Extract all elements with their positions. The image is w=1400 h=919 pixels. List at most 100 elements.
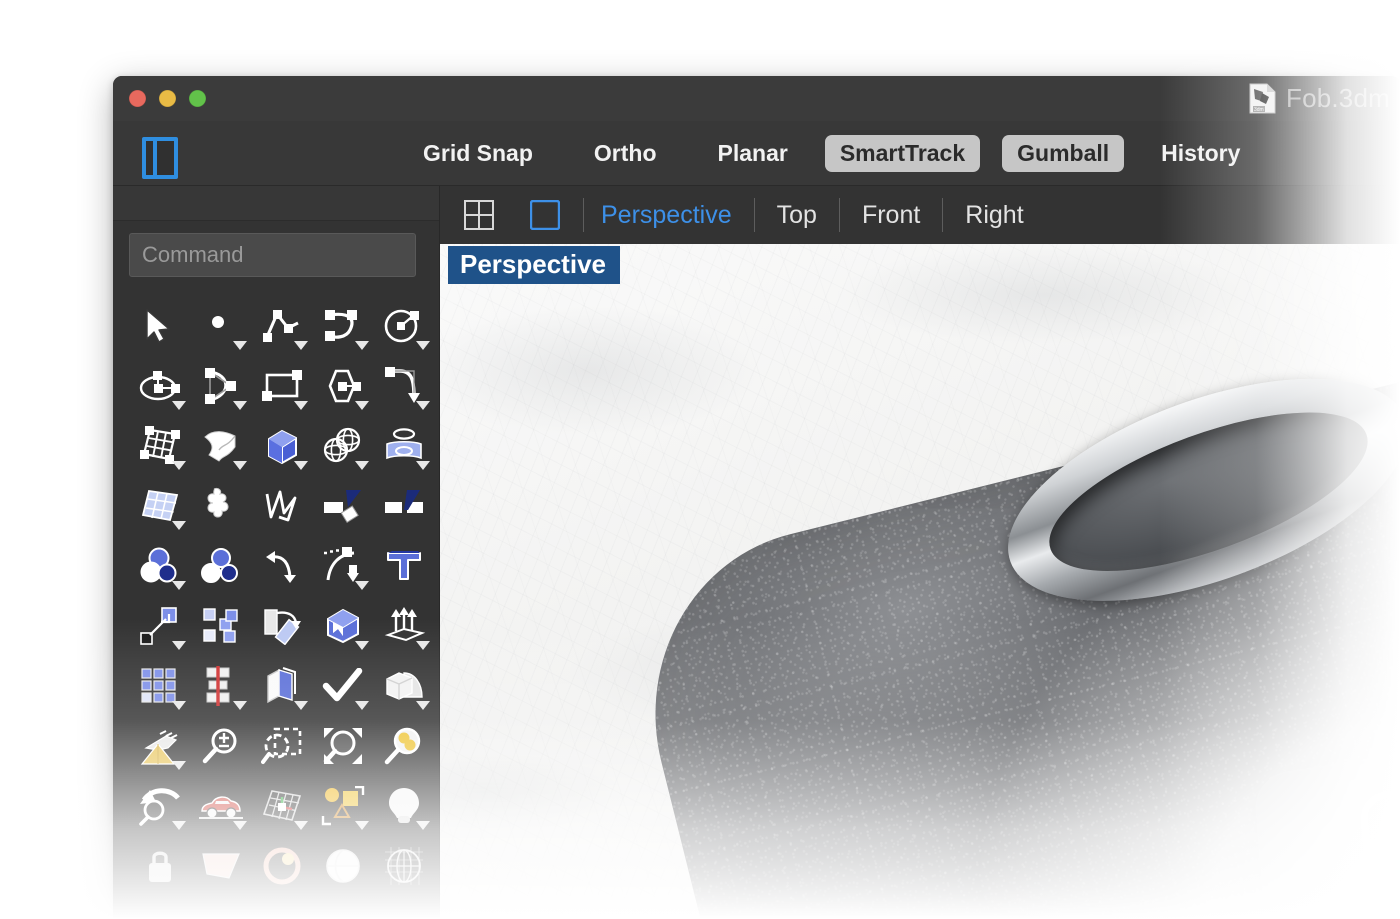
maximize-window-button[interactable] <box>189 90 206 107</box>
perspective-viewport[interactable]: Perspective <box>440 244 1400 919</box>
chevron-down-icon[interactable] <box>294 341 308 350</box>
chevron-down-icon[interactable] <box>355 701 369 710</box>
boolean-difference-icon[interactable] <box>191 536 251 596</box>
chevron-down-icon[interactable] <box>172 581 186 590</box>
revolve-surface-icon[interactable] <box>374 416 434 476</box>
chevron-down-icon[interactable] <box>172 521 186 530</box>
zoom-window-icon[interactable] <box>252 716 312 776</box>
text-object-icon[interactable] <box>374 536 434 596</box>
chevron-down-icon[interactable] <box>355 641 369 650</box>
surface-from-points-icon[interactable] <box>130 416 190 476</box>
tab-front[interactable]: Front <box>862 201 920 230</box>
tab-perspective[interactable]: Perspective <box>601 201 732 230</box>
chevron-down-icon[interactable] <box>416 641 430 650</box>
grid-array-icon[interactable] <box>130 656 190 716</box>
pan-hand-icon[interactable] <box>130 716 190 776</box>
chevron-down-icon[interactable] <box>233 821 247 830</box>
curve-edit-icon[interactable] <box>252 476 312 536</box>
curve-icon[interactable] <box>313 296 373 356</box>
chevron-down-icon[interactable] <box>355 461 369 470</box>
zoom-extents-icon[interactable] <box>313 716 373 776</box>
shaded-view-icon[interactable] <box>313 836 373 896</box>
polyline-icon[interactable] <box>252 296 312 356</box>
planar-toggle[interactable]: Planar <box>703 135 803 172</box>
minimize-window-button[interactable] <box>159 90 176 107</box>
rectangle-icon[interactable] <box>252 356 312 416</box>
sweep-surface-icon[interactable] <box>191 416 251 476</box>
chevron-down-icon[interactable] <box>416 821 430 830</box>
chevron-down-icon[interactable] <box>172 641 186 650</box>
surface-grid-icon[interactable] <box>130 476 190 536</box>
box-solid-icon[interactable] <box>252 416 312 476</box>
zoom-selected-icon[interactable] <box>374 716 434 776</box>
chevron-down-icon[interactable] <box>233 461 247 470</box>
four-view-layout-icon[interactable] <box>458 194 500 236</box>
chevron-down-icon[interactable] <box>416 341 430 350</box>
zoom-previous-icon[interactable] <box>130 776 190 836</box>
solid-edit-icon[interactable] <box>313 596 373 656</box>
chevron-down-icon[interactable] <box>233 701 247 710</box>
chevron-down-icon[interactable] <box>416 461 430 470</box>
single-view-layout-icon[interactable] <box>524 194 566 236</box>
command-input[interactable] <box>129 233 416 277</box>
chevron-down-icon[interactable] <box>355 401 369 410</box>
chevron-down-icon[interactable] <box>416 401 430 410</box>
tab-right[interactable]: Right <box>965 201 1023 230</box>
ellipse-icon[interactable] <box>130 356 190 416</box>
offset-surface-icon[interactable] <box>252 656 312 716</box>
ortho-toggle[interactable]: Ortho <box>579 135 672 172</box>
chevron-down-icon[interactable] <box>294 401 308 410</box>
light-bulb-icon[interactable] <box>374 776 434 836</box>
arc-icon[interactable] <box>191 356 251 416</box>
history-toggle[interactable]: History <box>1146 135 1255 172</box>
chevron-down-icon[interactable] <box>294 821 308 830</box>
polygon-icon[interactable] <box>313 356 373 416</box>
chevron-down-icon[interactable] <box>172 761 186 770</box>
curve-tools-icon[interactable] <box>313 536 373 596</box>
chevron-down-icon[interactable] <box>172 821 186 830</box>
circle-icon[interactable] <box>374 296 434 356</box>
plane-surface-icon[interactable] <box>191 836 251 896</box>
extrude-icon[interactable] <box>374 596 434 656</box>
union-solids-icon[interactable] <box>374 656 434 716</box>
chevron-down-icon[interactable] <box>416 701 430 710</box>
viewport-name-label[interactable]: Perspective <box>448 246 620 284</box>
chevron-down-icon[interactable] <box>355 581 369 590</box>
rhino-app-logo-icon[interactable] <box>142 137 178 179</box>
select-arrow-icon[interactable] <box>130 296 190 356</box>
chevron-down-icon[interactable] <box>294 461 308 470</box>
extend-curve-icon[interactable] <box>252 536 312 596</box>
close-window-button[interactable] <box>129 90 146 107</box>
patch-merge-icon[interactable] <box>191 476 251 536</box>
smarttrack-toggle[interactable]: SmartTrack <box>824 135 981 172</box>
chevron-down-icon[interactable] <box>355 341 369 350</box>
zoom-in-out-icon[interactable] <box>191 716 251 776</box>
wireframe-view-icon[interactable] <box>374 836 434 896</box>
sphere-boolean-icon[interactable] <box>313 416 373 476</box>
chevron-down-icon[interactable] <box>294 701 308 710</box>
array-icon[interactable] <box>191 596 251 656</box>
chevron-down-icon[interactable] <box>172 701 186 710</box>
chevron-down-icon[interactable] <box>172 461 186 470</box>
cplane-grid-icon[interactable] <box>252 776 312 836</box>
chevron-down-icon[interactable] <box>233 401 247 410</box>
trim-icon[interactable] <box>313 476 373 536</box>
point-icon[interactable] <box>191 296 251 356</box>
split-icon[interactable] <box>374 476 434 536</box>
fillet-curve-icon[interactable] <box>374 356 434 416</box>
boolean-union-icon[interactable] <box>130 536 190 596</box>
mirror-icon[interactable] <box>191 656 251 716</box>
check-objects-icon[interactable] <box>313 656 373 716</box>
chevron-down-icon[interactable] <box>355 821 369 830</box>
rotate-icon[interactable] <box>252 596 312 656</box>
chevron-down-icon[interactable] <box>172 401 186 410</box>
select-objects-icon[interactable] <box>313 776 373 836</box>
named-views-car-icon[interactable] <box>191 776 251 836</box>
chevron-down-icon[interactable] <box>233 341 247 350</box>
lock-objects-icon[interactable] <box>130 836 190 896</box>
grid-snap-toggle[interactable]: Grid Snap <box>408 135 548 172</box>
gumball-toggle[interactable]: Gumball <box>1002 135 1125 172</box>
render-color-icon[interactable] <box>252 836 312 896</box>
scale-icon[interactable] <box>130 596 190 656</box>
tab-top[interactable]: Top <box>777 201 817 230</box>
